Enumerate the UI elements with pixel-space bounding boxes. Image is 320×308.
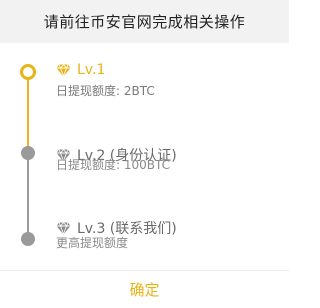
timeline-dot-active xyxy=(20,64,36,80)
timeline-dot xyxy=(21,232,35,246)
confirm-button[interactable]: 确定 xyxy=(0,271,289,308)
level-item-lv1: Lv.1 xyxy=(56,62,105,78)
timeline-progress-line xyxy=(27,72,29,151)
level-description: 日提现额度: 2BTC xyxy=(56,84,155,98)
level-description: 更高提现额度 xyxy=(56,236,129,250)
dialog-title: 请前往币安官网完成相关操作 xyxy=(43,13,246,31)
diamond-icon xyxy=(56,63,71,77)
level-description: 日提现额度: 100BTC xyxy=(56,158,171,172)
diamond-icon xyxy=(56,221,71,235)
dialog-header: 请前往币安官网完成相关操作 xyxy=(0,0,289,43)
level-title: Lv.1 xyxy=(77,62,106,78)
level-dialog: 请前往币安官网完成相关操作 Lv.1 日提现额度: 2BTC Lv.2 (身份认… xyxy=(0,0,289,308)
timeline-dot xyxy=(21,146,35,160)
timeline-line xyxy=(27,151,29,239)
